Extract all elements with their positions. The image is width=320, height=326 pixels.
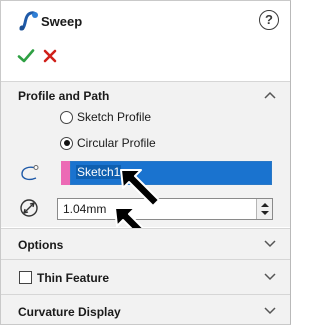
- panel-title: Sweep: [41, 14, 83, 29]
- thin-feature-checkbox[interactable]: [19, 271, 32, 284]
- circular-profile-option[interactable]: Circular Profile: [60, 134, 156, 152]
- diameter-value[interactable]: 1.04mm: [63, 202, 106, 216]
- selection-color-swatch: [61, 161, 70, 185]
- options-section[interactable]: Options: [1, 229, 290, 259]
- sweep-property-manager: Sweep ? Profile and Path Sketch Profile …: [0, 0, 291, 325]
- chevron-down-icon[interactable]: [263, 306, 277, 316]
- sketch-profile-label: Sketch Profile: [77, 110, 152, 124]
- chevron-down-icon[interactable]: [263, 239, 277, 249]
- section-title: Thin Feature: [37, 271, 110, 285]
- section-title: Curvature Display: [18, 305, 121, 319]
- sweep-feature-icon: [19, 11, 38, 31]
- cancel-button[interactable]: [41, 47, 59, 65]
- thin-feature-section[interactable]: Thin Feature: [1, 260, 290, 294]
- curvature-display-section[interactable]: Curvature Display: [1, 295, 290, 324]
- sketch-profile-radio[interactable]: [60, 110, 73, 124]
- diameter-spinner[interactable]: [256, 199, 272, 219]
- chevron-up-icon[interactable]: [263, 90, 277, 100]
- chevron-down-icon[interactable]: [263, 272, 277, 282]
- spin-down-icon[interactable]: [261, 211, 269, 215]
- path-selection-box[interactable]: Sketch1: [70, 161, 272, 185]
- help-button[interactable]: ?: [259, 10, 279, 30]
- path-selection-item[interactable]: Sketch1: [76, 165, 122, 179]
- diameter-icon: [20, 199, 38, 217]
- panel-header: Sweep ?: [1, 1, 290, 83]
- path-icon: [21, 165, 39, 181]
- section-title: Options: [18, 238, 64, 252]
- diameter-input[interactable]: 1.04mm: [57, 198, 273, 220]
- sketch-profile-option[interactable]: Sketch Profile: [60, 108, 151, 126]
- section-title: Profile and Path: [18, 89, 110, 103]
- spin-up-icon[interactable]: [261, 203, 269, 207]
- circular-profile-radio[interactable]: [60, 136, 73, 150]
- profile-and-path-header[interactable]: Profile and Path: [1, 82, 290, 108]
- circular-profile-label: Circular Profile: [77, 136, 156, 150]
- help-icon: ?: [265, 12, 273, 27]
- ok-button[interactable]: [17, 47, 35, 65]
